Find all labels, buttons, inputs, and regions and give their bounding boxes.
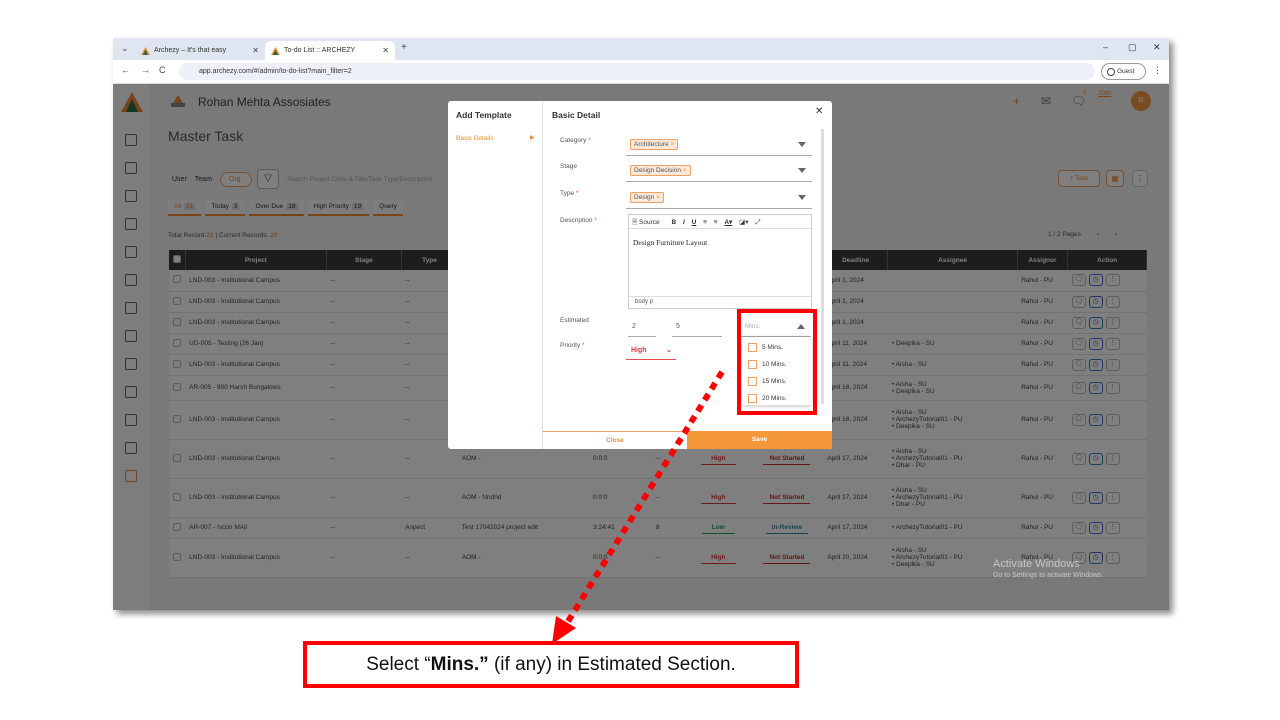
close-modal-icon[interactable]: ✕	[815, 106, 823, 117]
tab-title: To-do List :: ARCHEZY	[284, 47, 356, 54]
url-text: app.archezy.com/#/admin/to-do-list?main_…	[199, 68, 352, 75]
guest-profile-button[interactable]: Guest	[1101, 63, 1146, 80]
guest-label: Guest	[1117, 68, 1135, 75]
required-mark: *	[582, 342, 585, 349]
mins-highlight-box	[737, 309, 817, 415]
stage-label: Stage	[560, 163, 577, 170]
source-button[interactable]: 🗎 Source	[632, 219, 665, 226]
label-text: Type	[560, 190, 575, 197]
url-input[interactable]: app.archezy.com/#/admin/to-do-list?main_…	[179, 63, 1095, 80]
windows-watermark: Activate Windows Go to Settings to activ…	[993, 558, 1104, 579]
maximize-editor-icon[interactable]: ⤢	[755, 219, 760, 226]
bg-color-icon[interactable]: ◪▾	[739, 219, 748, 226]
tag-text: Design Decision	[634, 167, 681, 174]
priority-select[interactable]: High ⌄	[626, 342, 676, 360]
profile-icon	[1107, 68, 1115, 76]
browser-window: ⌄ Archezy – It's that easy ✕ To-do List …	[113, 38, 1169, 610]
nav-basic-details[interactable]: Basic Details	[456, 135, 494, 142]
priority-label: Priority *	[560, 342, 585, 349]
tutorial-slide: ⌄ Archezy – It's that easy ✕ To-do List …	[0, 0, 1280, 720]
tab-todo-list[interactable]: To-do List :: ARCHEZY ✕	[265, 41, 395, 60]
save-button[interactable]: Save	[687, 431, 832, 449]
remove-tag-icon[interactable]: ×	[683, 167, 687, 174]
estimated-second-input[interactable]: 5	[672, 317, 722, 337]
archezy-logo-icon	[141, 46, 150, 55]
caret-right-icon: ▶	[530, 135, 535, 141]
browser-menu-icon[interactable]: ⋮	[1153, 65, 1162, 76]
stage-tag: Design Decision ×	[630, 165, 691, 176]
tab-title: Archezy – It's that easy	[154, 47, 227, 54]
callout-bold: Mins.”	[430, 654, 489, 675]
close-button[interactable]: Close	[543, 431, 687, 449]
type-select[interactable]: Design ×	[626, 187, 812, 209]
minimize-icon[interactable]: –	[1103, 42, 1108, 52]
archezy-logo-icon	[271, 46, 280, 55]
close-tab-icon[interactable]: ✕	[382, 46, 389, 55]
watermark-title: Activate Windows	[993, 558, 1080, 570]
chevron-down-icon[interactable]	[798, 168, 806, 173]
watermark-sub: Go to Settings to activate Windows.	[993, 572, 1104, 579]
underline-icon[interactable]: U	[692, 219, 697, 226]
arrow-head	[552, 616, 576, 644]
callout-suffix: (if any) in Estimated Section.	[488, 654, 736, 675]
form-scrollbar[interactable]	[821, 129, 824, 404]
chevron-down-icon[interactable]	[798, 142, 806, 147]
estimated-hours-input[interactable]: 2	[628, 317, 656, 337]
bullet-list-icon[interactable]: ≡	[714, 219, 718, 226]
required-mark: *	[588, 137, 591, 144]
label-text: Priority	[560, 342, 581, 349]
close-tab-icon[interactable]: ✕	[252, 46, 259, 55]
address-bar: ← → C app.archezy.com/#/admin/to-do-list…	[113, 60, 1169, 84]
tab-list-icon[interactable]: ⌄	[121, 43, 129, 54]
chevron-down-icon[interactable]: ⌄	[666, 346, 672, 354]
form-title: Basic Detail	[552, 110, 601, 120]
text-color-icon[interactable]: A▾	[724, 219, 732, 226]
label-text: Description	[560, 217, 593, 224]
type-label: Type *	[560, 190, 578, 197]
description-label: Description *	[560, 217, 597, 224]
italic-icon[interactable]: I	[683, 219, 685, 226]
chevron-down-icon[interactable]	[798, 195, 806, 200]
remove-tag-icon[interactable]: ×	[656, 194, 660, 201]
tag-text: Design	[634, 194, 655, 201]
tab-archezy-home[interactable]: Archezy – It's that easy ✕	[135, 41, 265, 60]
priority-value: High	[631, 347, 647, 354]
back-icon[interactable]: ←	[121, 65, 130, 75]
editor-toolbar: 🗎 Source B I U ≡ ≡ A▾ ◪▾ ⤢	[629, 215, 811, 229]
tab-bar: ⌄ Archezy – It's that easy ✕ To-do List …	[113, 38, 1169, 60]
remove-tag-icon[interactable]: ×	[671, 141, 675, 148]
app-content: Rohan Mehta Assosiates Master Task + ✉ 🗨…	[113, 84, 1169, 610]
estimated-label: Estimated	[560, 317, 589, 324]
instruction-callout: Select “Mins.” (if any) in Estimated Sec…	[303, 641, 799, 688]
category-label: Category *	[560, 137, 591, 144]
modal-nav-title: Add Template	[456, 110, 512, 120]
category-tag: Architecture ×	[630, 139, 679, 150]
numbered-list-icon[interactable]: ≡	[703, 219, 707, 226]
description-editor[interactable]: 🗎 Source B I U ≡ ≡ A▾ ◪▾ ⤢ Design Furnit…	[628, 214, 812, 309]
label-text: Category	[560, 137, 587, 144]
description-text: Design Furniture Layout	[633, 238, 708, 247]
maximize-icon[interactable]: ▢	[1128, 42, 1137, 53]
stage-select[interactable]: Design Decision ×	[626, 160, 812, 182]
required-mark: *	[575, 190, 579, 197]
close-window-icon[interactable]: ✕	[1153, 42, 1161, 53]
modal-nav: Add Template Basic Details ▶	[448, 101, 543, 449]
required-mark: *	[594, 217, 597, 224]
new-tab-icon[interactable]: +	[401, 42, 407, 53]
editor-path: body p	[629, 296, 811, 308]
tag-text: Architecture	[634, 141, 669, 148]
source-label: Source	[639, 219, 660, 226]
callout-prefix: Select “	[366, 654, 431, 675]
bold-icon[interactable]: B	[671, 219, 676, 226]
type-tag: Design ×	[630, 192, 664, 203]
reload-icon[interactable]: C	[159, 65, 166, 75]
forward-icon[interactable]: →	[141, 65, 150, 75]
category-select[interactable]: Architecture ×	[626, 134, 812, 156]
